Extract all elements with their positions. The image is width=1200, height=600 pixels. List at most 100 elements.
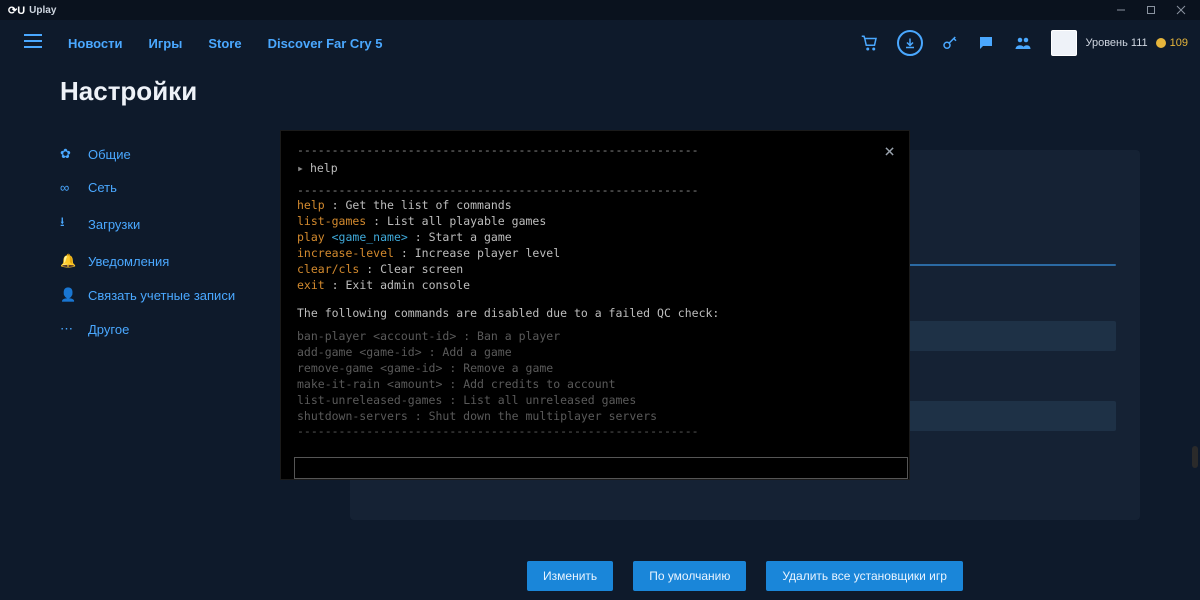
- menu-icon[interactable]: [24, 34, 42, 53]
- minimize-button[interactable]: [1106, 0, 1136, 20]
- sidebar-item-downloads[interactable]: ⭳ Загрузки: [60, 204, 290, 244]
- cmd-desc: Ban a player: [477, 329, 560, 343]
- nav-news[interactable]: Новости: [68, 36, 123, 51]
- sidebar-item-label: Уведомления: [88, 254, 169, 269]
- admin-console-modal: × --------------------------------------…: [280, 130, 910, 480]
- cmd-name: shutdown-servers: [297, 409, 408, 423]
- cmd-colon: :: [442, 393, 463, 407]
- console-command-row: list-games : List all playable games: [297, 213, 893, 229]
- sidebar-item-label: Другое: [88, 322, 129, 337]
- prompt-caret-icon: ▸: [297, 161, 304, 175]
- friends-icon[interactable]: [1013, 34, 1033, 52]
- console-prompt-line: ▸ help: [297, 161, 893, 175]
- console-command-row: ban-player <account-id> : Ban a player: [297, 328, 893, 344]
- console-separator: ----------------------------------------…: [297, 143, 893, 157]
- cmd-colon: :: [394, 246, 415, 260]
- cmd-name: exit: [297, 278, 325, 292]
- close-icon[interactable]: ×: [884, 141, 895, 162]
- cmd-arg: <account-id>: [366, 329, 456, 343]
- cmd-colon: :: [442, 361, 463, 375]
- cmd-desc: Remove a game: [463, 361, 553, 375]
- entered-command: help: [310, 161, 338, 175]
- cmd-colon: :: [359, 262, 380, 276]
- sidebar-item-link-accounts[interactable]: 👤 Связать учетные записи: [60, 278, 290, 312]
- console-command-row: play <game_name> : Start a game: [297, 229, 893, 245]
- cmd-name: ban-player: [297, 329, 366, 343]
- cmd-colon: :: [366, 214, 387, 228]
- cart-icon[interactable]: [861, 34, 879, 52]
- cmd-name: add-game: [297, 345, 352, 359]
- nav-store[interactable]: Store: [208, 36, 241, 51]
- sidebar-item-label: Общие: [88, 147, 131, 162]
- cmd-colon: :: [325, 198, 346, 212]
- sidebar-item-label: Связать учетные записи: [88, 288, 235, 303]
- link-icon: ∞: [60, 180, 74, 195]
- bell-icon: 🔔: [60, 253, 74, 269]
- console-scrollbar-thumb[interactable]: [1192, 446, 1198, 468]
- cmd-colon: :: [408, 230, 429, 244]
- console-command-row: clear/cls : Clear screen: [297, 261, 893, 277]
- user-chip[interactable]: Уровень 111 109: [1051, 30, 1188, 56]
- page-title: Настройки: [60, 76, 290, 107]
- console-command-row: add-game <game-id> : Add a game: [297, 344, 893, 360]
- cmd-colon: :: [422, 345, 443, 359]
- cmd-name: make-it-rain: [297, 377, 380, 391]
- cmd-desc: Shut down the multiplayer servers: [429, 409, 657, 423]
- coins-badge: 109: [1156, 37, 1188, 49]
- chat-icon[interactable]: [977, 34, 995, 52]
- maximize-button[interactable]: [1136, 0, 1166, 20]
- coin-icon: [1156, 38, 1166, 48]
- sidebar-item-notifications[interactable]: 🔔 Уведомления: [60, 244, 290, 278]
- cmd-name: increase-level: [297, 246, 394, 260]
- sidebar-item-label: Сеть: [88, 180, 117, 195]
- uplay-logo-icon: ⟳U: [8, 4, 25, 17]
- edit-button[interactable]: Изменить: [527, 561, 613, 591]
- console-command-row: remove-game <game-id> : Remove a game: [297, 360, 893, 376]
- key-icon[interactable]: [941, 34, 959, 52]
- gear-icon: ✿: [60, 146, 74, 162]
- cmd-desc: Clear screen: [380, 262, 463, 276]
- close-button[interactable]: [1166, 0, 1196, 20]
- console-command-row: exit : Exit admin console: [297, 277, 893, 293]
- console-input-wrap: [294, 457, 908, 479]
- cmd-desc: Increase player level: [415, 246, 560, 260]
- sidebar-item-network[interactable]: ∞ Сеть: [60, 171, 290, 204]
- brand-text: Uplay: [29, 5, 56, 16]
- sidebar-item-general[interactable]: ✿ Общие: [60, 137, 290, 171]
- delete-installers-button[interactable]: Удалить все установщики игр: [766, 561, 963, 591]
- cmd-colon: :: [408, 409, 429, 423]
- console-command-row: help : Get the list of commands: [297, 197, 893, 213]
- cmd-name: list-unreleased-games: [297, 393, 442, 407]
- cmd-colon: :: [442, 377, 463, 391]
- nav-discover[interactable]: Discover Far Cry 5: [268, 36, 383, 51]
- avatar: [1051, 30, 1077, 56]
- cmd-desc: Add credits to account: [463, 377, 615, 391]
- sidebar-item-other[interactable]: ⋯ Другое: [60, 312, 290, 346]
- default-button[interactable]: По умолчанию: [633, 561, 746, 591]
- cmd-name: remove-game: [297, 361, 373, 375]
- cmd-colon: :: [325, 278, 346, 292]
- console-separator: ----------------------------------------…: [297, 424, 893, 438]
- settings-sidebar: ✿ Общие ∞ Сеть ⭳ Загрузки 🔔 Уведомления 👤 Свя…: [60, 137, 290, 346]
- console-input[interactable]: [295, 458, 907, 478]
- disabled-commands-message: The following commands are disabled due …: [297, 306, 893, 320]
- user-icon: 👤: [60, 287, 74, 303]
- user-level: Уровень 111: [1085, 37, 1147, 49]
- console-command-row: make-it-rain <amount> : Add credits to a…: [297, 376, 893, 392]
- cmd-desc: List all playable games: [387, 214, 546, 228]
- cmd-arg: <amount>: [380, 377, 442, 391]
- nav-games[interactable]: Игры: [149, 36, 183, 51]
- cmd-name: list-games: [297, 214, 366, 228]
- cmd-desc: Exit admin console: [345, 278, 470, 292]
- window-titlebar: ⟳U Uplay: [0, 0, 1200, 20]
- downloads-icon[interactable]: [897, 30, 923, 56]
- download-icon: ⭳: [60, 213, 74, 235]
- sidebar-item-label: Загрузки: [88, 217, 140, 232]
- cmd-colon: :: [456, 329, 477, 343]
- more-icon: ⋯: [60, 321, 74, 337]
- cmd-arg: <game_name>: [325, 230, 408, 244]
- cmd-arg: <game-id>: [373, 361, 442, 375]
- cmd-desc: List all unreleased games: [463, 393, 636, 407]
- console-command-row: increase-level : Increase player level: [297, 245, 893, 261]
- cmd-arg: <game-id>: [352, 345, 421, 359]
